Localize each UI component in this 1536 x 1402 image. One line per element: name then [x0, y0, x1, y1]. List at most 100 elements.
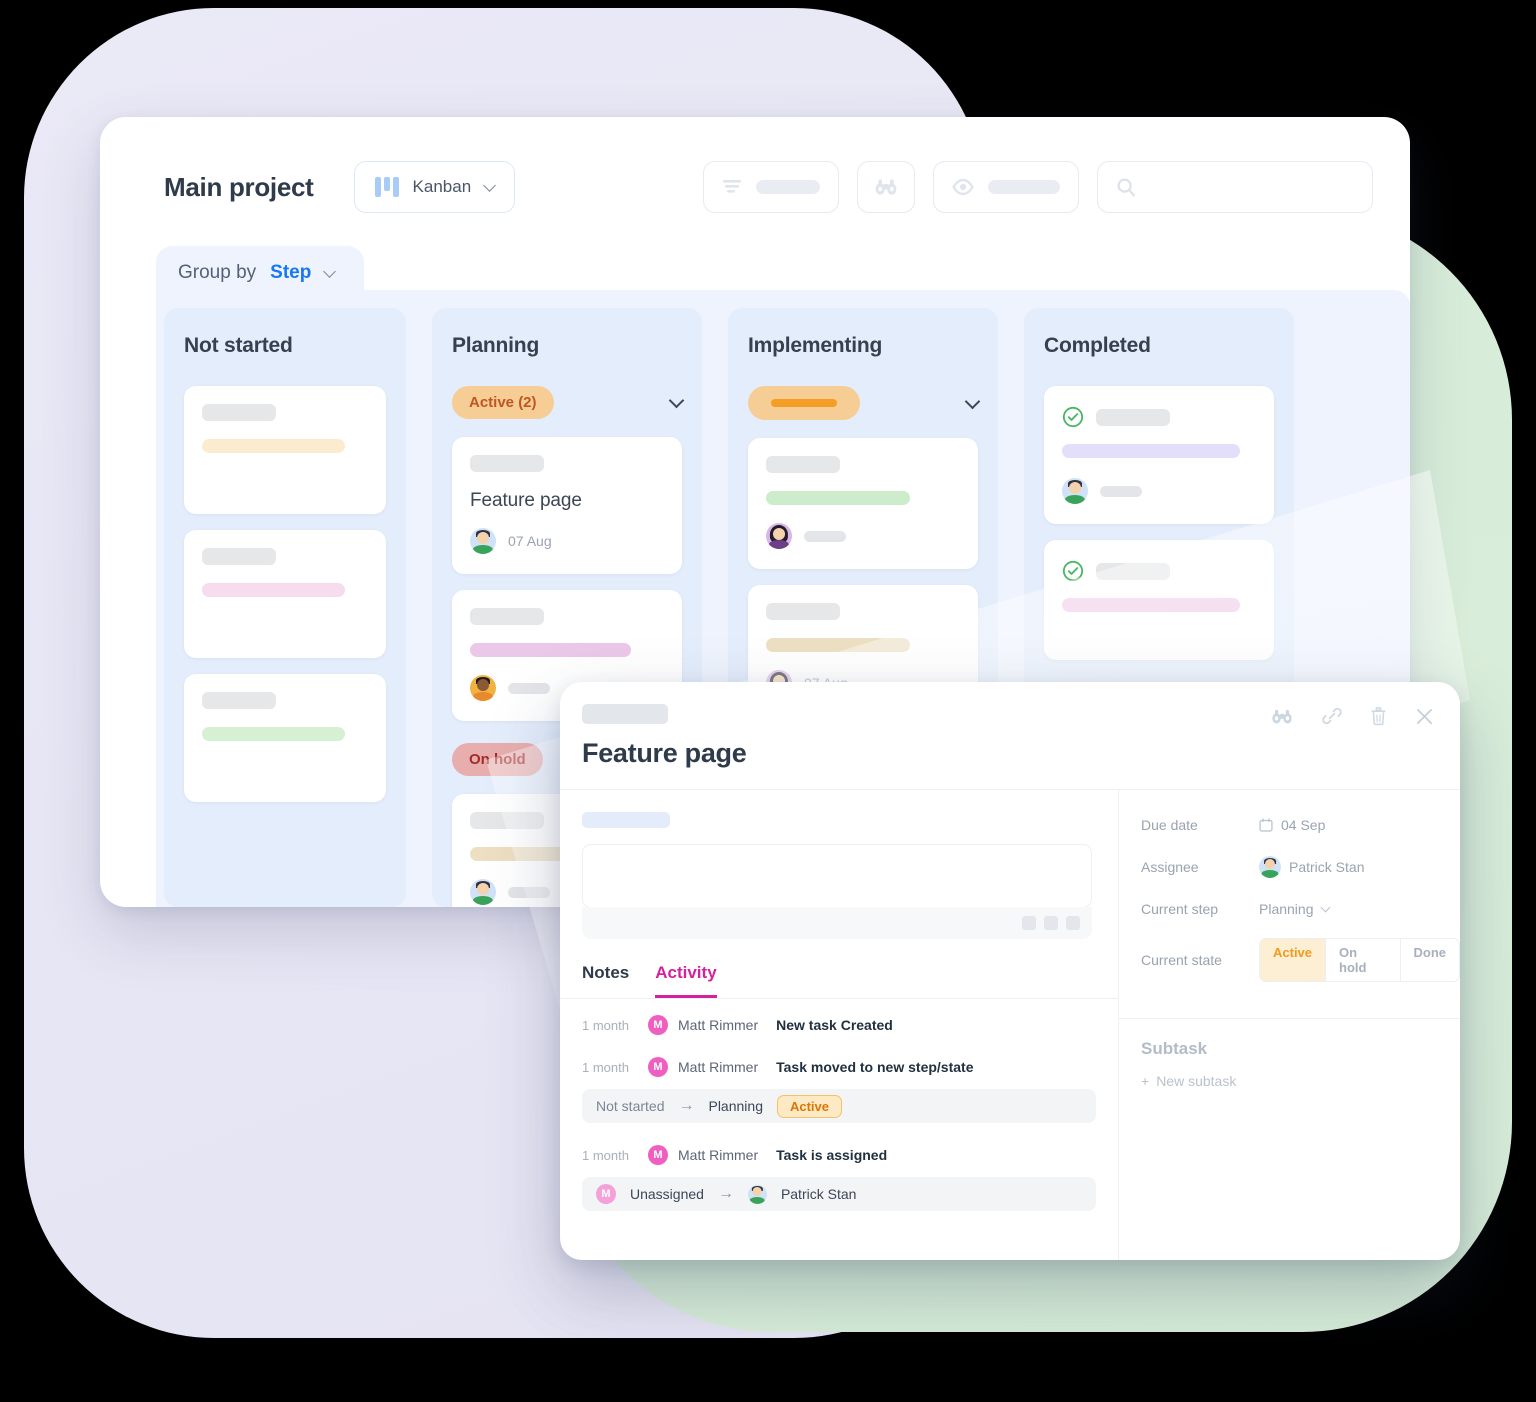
subtask-title: Subtask — [1141, 1039, 1208, 1058]
current-step-select[interactable]: Planning — [1259, 901, 1330, 917]
chevron-down-icon[interactable] — [964, 393, 981, 409]
search-input[interactable] — [1097, 161, 1374, 213]
state-option-done[interactable]: Done — [1401, 939, 1460, 981]
activity-list: 1 month M Matt Rimmer New task Created 1… — [560, 999, 1118, 1237]
card-title-placeholder — [202, 548, 276, 565]
view-switcher[interactable]: Kanban — [353, 161, 516, 213]
editor-toolbar — [582, 907, 1092, 939]
editor-tool-icon[interactable] — [1066, 916, 1080, 930]
avatar: M — [648, 1145, 668, 1165]
avatar — [766, 523, 792, 549]
column-title: Planning — [452, 334, 540, 357]
calendar-icon — [1259, 818, 1273, 832]
assignee-value[interactable]: Patrick Stan — [1259, 856, 1364, 878]
activity-transition: Not started → Planning Active — [582, 1089, 1096, 1123]
activity-item: 1 month M Matt Rimmer Task moved to new … — [582, 1057, 1096, 1077]
transition-to: Planning — [708, 1098, 763, 1114]
card-title-placeholder — [766, 603, 840, 620]
status-badge: Active — [776, 1094, 843, 1118]
filter-label-placeholder — [756, 180, 821, 194]
card-title-placeholder — [766, 456, 840, 473]
card-due-date: 07 Aug — [508, 533, 552, 549]
assignment-to: Patrick Stan — [780, 1186, 857, 1202]
filter-button[interactable] — [703, 161, 840, 213]
description-input[interactable] — [582, 844, 1092, 908]
meta-due-date: Due date 04 Sep — [1141, 812, 1460, 838]
avatar — [1062, 478, 1088, 504]
tab-activity[interactable]: Activity — [655, 963, 717, 998]
activity-action: Task moved to new step/state — [776, 1059, 974, 1075]
avatar: M — [596, 1184, 616, 1204]
link-icon[interactable] — [1322, 706, 1342, 726]
state-option-active[interactable]: Active — [1260, 939, 1327, 981]
visibility-button[interactable] — [933, 161, 1080, 213]
arrow-right-icon: → — [717, 1185, 734, 1202]
card-tag-placeholder — [202, 583, 345, 597]
meta-label: Assignee — [1141, 859, 1199, 875]
assignment-from: Unassigned — [630, 1186, 704, 1202]
column-title: Not started — [184, 334, 293, 357]
detail-title: Feature page — [582, 738, 747, 768]
chevron-down-icon — [323, 264, 337, 278]
card-tag-placeholder — [766, 491, 910, 505]
binoculars-icon — [875, 179, 897, 195]
group-by-tab[interactable]: Group by Step — [156, 246, 365, 298]
activity-time: 1 month — [582, 1017, 629, 1033]
card-tag-placeholder — [1062, 598, 1241, 612]
description-editor-area — [560, 790, 1118, 953]
status-badge: On hold — [452, 743, 543, 776]
transition-from: Not started — [596, 1098, 665, 1114]
task-card[interactable] — [1044, 540, 1274, 660]
group-by-label: Group by — [178, 262, 257, 283]
state-segmented-control: Active On hold Done — [1259, 938, 1460, 982]
task-card-feature-page[interactable]: Feature page 07 Aug — [452, 437, 682, 574]
check-circle-icon — [1062, 406, 1084, 428]
binoculars-button[interactable] — [857, 161, 916, 213]
binoculars-icon[interactable] — [1270, 708, 1294, 725]
editor-tool-icon[interactable] — [1022, 916, 1036, 930]
header-tools — [703, 161, 1374, 213]
meta-current-step: Current step Planning — [1141, 896, 1460, 922]
chevron-down-icon[interactable] — [668, 392, 685, 409]
editor-tool-icon[interactable] — [1044, 916, 1058, 930]
close-icon[interactable] — [1415, 707, 1434, 726]
kanban-icon — [374, 177, 399, 197]
due-date-value[interactable]: 04 Sep — [1259, 817, 1325, 833]
trash-icon[interactable] — [1370, 706, 1387, 726]
state-group-header[interactable]: Active (2) — [452, 386, 685, 419]
search-icon — [1117, 178, 1136, 197]
filter-icon — [723, 180, 742, 193]
task-detail-panel: Feature page Notes Activity 1 month M Ma… — [560, 682, 1460, 1260]
meta-assignee: Assignee Patrick Stan — [1141, 854, 1460, 880]
arrow-right-icon: → — [678, 1097, 695, 1114]
state-group-header[interactable] — [748, 386, 981, 420]
new-subtask-button[interactable]: + New subtask — [1141, 1073, 1460, 1089]
card-tag-placeholder — [202, 727, 345, 741]
meta-label: Current state — [1141, 952, 1222, 968]
card-date-placeholder — [508, 886, 550, 898]
activity-item: 1 month M Matt Rimmer New task Created — [582, 1015, 1096, 1035]
tab-notes[interactable]: Notes — [582, 963, 629, 998]
task-card[interactable] — [184, 674, 386, 802]
task-card[interactable] — [184, 530, 386, 658]
card-title-placeholder — [202, 404, 276, 421]
detail-sidebar: Due date 04 Sep Assignee Patrick Stan Cu… — [1118, 790, 1460, 1260]
activity-action: Task is assigned — [776, 1147, 888, 1163]
state-option-on-hold[interactable]: On hold — [1326, 939, 1401, 981]
card-title-placeholder — [202, 692, 276, 709]
task-card[interactable] — [184, 386, 386, 514]
detail-tabs: Notes Activity — [560, 953, 1118, 999]
card-tag-placeholder — [470, 643, 632, 657]
task-card[interactable] — [1044, 386, 1274, 524]
task-card[interactable] — [748, 438, 978, 569]
card-date-placeholder — [804, 530, 846, 542]
card-title-placeholder — [1096, 562, 1170, 580]
avatar — [470, 675, 496, 701]
avatar — [747, 1184, 767, 1204]
card-tag-placeholder — [766, 638, 910, 652]
chevron-down-icon — [1320, 902, 1330, 913]
detail-actions — [1270, 706, 1434, 726]
card-date-placeholder — [508, 682, 550, 694]
activity-user: Matt Rimmer — [678, 1017, 759, 1033]
activity-action: New task Created — [776, 1017, 893, 1033]
